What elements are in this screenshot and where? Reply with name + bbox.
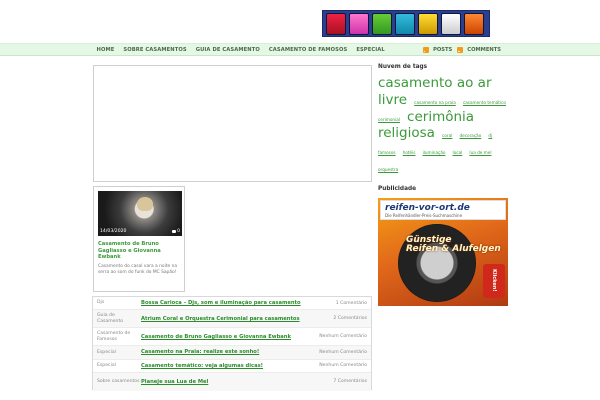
game-tile-icon — [464, 12, 484, 35]
tag-link[interactable]: local — [453, 150, 463, 155]
ad-promo-line2: Reifen & Alufelgen — [406, 244, 501, 255]
comments-feed-link[interactable]: COMMENTS — [457, 47, 501, 53]
nav-item-casamento-de-famosos[interactable]: CASAMENTO DE FAMOSOS — [264, 47, 351, 53]
ads-title: Publicidade — [378, 185, 417, 192]
ad-subtitle: Die Reifenhändler-Preis-Suchmaschine — [385, 212, 463, 218]
rss-icon — [423, 47, 430, 53]
comments-feed-label: COMMENTS — [467, 47, 501, 53]
posts-feed-link[interactable]: POSTS — [423, 47, 452, 53]
nav-item-especial[interactable]: ESPECIAL — [352, 47, 389, 53]
posts-feed-label: POSTS — [433, 47, 453, 53]
row-category-link[interactable]: Djs — [97, 300, 141, 306]
row-post-title-link[interactable]: Planeje sua Lua de Mel — [141, 379, 303, 385]
row-category-link[interactable]: Especial — [97, 350, 141, 356]
row-category-link[interactable]: Especial — [97, 363, 141, 369]
table-row: Djs Bossa Carioca – Djs, som e iluminação… — [93, 297, 371, 311]
row-comment-count-link[interactable]: Nenhum Comentário — [303, 350, 367, 355]
table-row: Especial Casamento temático: veja algumas… — [93, 360, 371, 373]
row-post-title-link[interactable]: Casamento de Bruno Gagliasso e Giovanna … — [141, 334, 303, 340]
game-tile-icon — [418, 12, 438, 35]
main-nav: HOME SOBRE CASAMENTOS GUIA DE CASAMENTO … — [0, 43, 600, 56]
tag-link[interactable]: hotéis — [403, 150, 416, 155]
game-tile-icon — [372, 12, 392, 35]
tag-link[interactable]: casamento na praia — [414, 100, 456, 105]
row-category-link[interactable]: Casamento de Famosos — [97, 331, 141, 342]
game-tile-icon — [395, 12, 415, 35]
row-comment-count-link[interactable]: 2 Comentários — [303, 316, 367, 321]
row-comment-count-link[interactable]: 1 Comentário — [303, 301, 367, 306]
row-post-title-link[interactable]: Bossa Carioca – Djs, som e iluminação pa… — [141, 300, 303, 306]
post-comment-count-value: 0 — [177, 229, 180, 234]
table-row: Casamento de Famosos Casamento de Bruno G… — [93, 328, 371, 347]
post-date: 14/03/2020 — [100, 229, 127, 234]
tag-link[interactable]: casamento temático — [463, 100, 506, 105]
ad-header: reifen-vor-ort.de Die Reifenhändler-Prei… — [380, 199, 506, 220]
table-row: Especial Casamento na Praia: realize este… — [93, 346, 371, 360]
tire-ad-banner[interactable]: reifen-vor-ort.de Die Reifenhändler-Prei… — [378, 197, 508, 306]
featured-slider — [93, 65, 372, 182]
nav-item-home[interactable]: HOME — [92, 47, 119, 53]
row-comment-count-link[interactable]: Nenhum Comentário — [303, 334, 367, 339]
table-row: Guia de Casamento Atrium Coral e Orquestr… — [93, 310, 371, 329]
tag-cloud-title: Nuvem de tags — [378, 64, 428, 70]
nav-item-guia-de-casamento[interactable]: GUIA DE CASAMENTO — [191, 47, 264, 53]
recent-posts-table: Djs Bossa Carioca – Djs, som e iluminação… — [92, 296, 372, 391]
post-excerpt: Casamento do casal vara a noite na serra… — [98, 263, 178, 275]
comment-bubble-icon — [172, 230, 177, 233]
row-comment-count-link[interactable]: Nenhum Comentário — [303, 363, 367, 368]
tag-link[interactable]: cerimonial — [378, 117, 400, 122]
tag-link[interactable]: lua de mel — [469, 150, 491, 155]
tag-link[interactable]: coral — [442, 133, 452, 138]
row-comment-count-link[interactable]: 7 Comentários — [303, 379, 367, 384]
post-card[interactable]: 14/03/2020 0 Casamento de Bruno Gagliass… — [93, 186, 185, 292]
top-banner-ad[interactable] — [322, 10, 490, 37]
tag-link[interactable]: iluminação — [423, 150, 446, 155]
post-thumbnail[interactable]: 14/03/2020 0 — [98, 191, 182, 236]
game-tile-icon — [349, 12, 369, 35]
nav-item-sobre-casamentos[interactable]: SOBRE CASAMENTOS — [119, 47, 191, 53]
ad-brand: reifen-vor-ort.de — [385, 202, 470, 213]
tag-link[interactable]: decoração — [459, 133, 481, 138]
tag-link[interactable]: dj — [488, 133, 492, 138]
ad-promo: Günstige Reifen & Alufelgen — [406, 235, 501, 255]
tag-cloud: casamento ao ar livre casamento na praia… — [378, 74, 511, 175]
row-post-title-link[interactable]: Atrium Coral e Orquestra Cerimonial para… — [141, 316, 303, 322]
thumbnail-figure — [137, 197, 153, 211]
table-row: Sobre casamentos Planeje sua Lua de Mel 7 … — [93, 372, 371, 391]
rss-icon — [457, 47, 464, 53]
post-title[interactable]: Casamento de Bruno Gagliasso e Giovanna … — [98, 241, 180, 261]
tag-link[interactable]: orquestra — [378, 167, 398, 172]
row-post-title-link[interactable]: Casamento na Praia: realize este sonho! — [141, 349, 303, 355]
row-post-title-link[interactable]: Casamento temático: veja algumas dicas! — [141, 363, 303, 369]
game-tile-icon — [441, 12, 461, 35]
tag-link[interactable]: famosos — [378, 150, 396, 155]
post-comment-count[interactable]: 0 — [172, 229, 180, 234]
row-category-link[interactable]: Sobre casamentos — [97, 379, 141, 385]
ad-click-button[interactable]: Klicken! — [483, 263, 505, 298]
row-category-link[interactable]: Guia de Casamento — [97, 313, 141, 324]
game-tile-icon — [326, 12, 346, 35]
sidebar: Nuvem de tags casamento ao ar livre casa… — [378, 64, 511, 306]
